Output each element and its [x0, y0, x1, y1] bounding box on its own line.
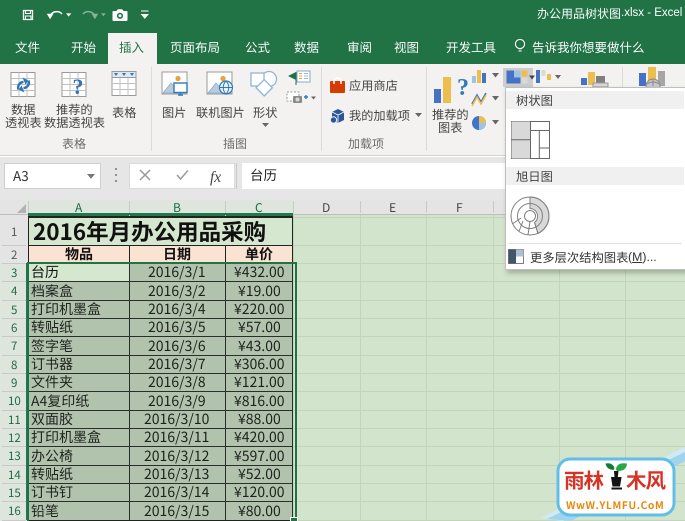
- svg-text:?: ?: [73, 74, 84, 99]
- svg-text:?: ?: [457, 75, 469, 101]
- svg-text:fx: fx: [210, 169, 221, 186]
